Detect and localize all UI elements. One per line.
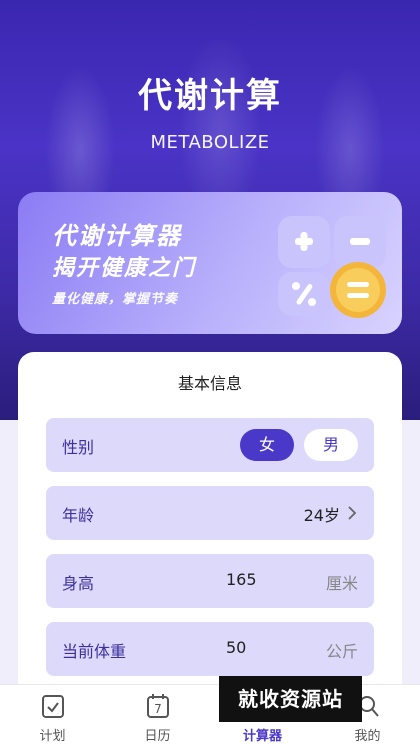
tab-plan[interactable]: 计划 — [0, 685, 105, 746]
gender-female-button[interactable]: 女 — [240, 429, 294, 461]
gender-row: 性别 女 男 — [46, 418, 374, 472]
tab-calendar-label: 日历 — [144, 729, 171, 744]
svg-text:7: 7 — [154, 702, 162, 716]
weight-unit: 公斤 — [325, 642, 358, 661]
weight-label: 当前体重 — [62, 642, 127, 661]
tab-calculator-label: 计算器 — [242, 729, 282, 744]
banner-tagline: 量化健康，掌握节奏 — [52, 292, 179, 307]
calendar-icon: 7 — [147, 694, 169, 718]
age-value: 24岁 — [303, 506, 340, 525]
height-unit: 厘米 — [325, 574, 358, 593]
tab-plan-label: 计划 — [39, 729, 66, 744]
gender-label: 性别 — [62, 438, 95, 457]
promo-banner[interactable]: 代谢计算器 揭开健康之门 量化健康，掌握节奏 — [18, 192, 402, 334]
calculator-illustration-icon — [278, 216, 386, 318]
weight-row: 当前体重 50 公斤 — [46, 622, 374, 676]
weight-input[interactable]: 50 — [226, 638, 246, 657]
age-label: 年龄 — [62, 506, 95, 525]
card-title: 基本信息 — [177, 374, 242, 393]
age-row[interactable]: 年龄 24岁 — [46, 486, 374, 540]
tab-calendar[interactable]: 7 日历 — [105, 685, 210, 746]
chevron-right-icon — [348, 506, 357, 520]
tab-profile-label: 我的 — [354, 729, 381, 744]
height-label: 身高 — [62, 574, 95, 593]
height-row: 身高 165 厘米 — [46, 554, 374, 608]
page-subtitle: METABOLIZE — [150, 132, 270, 153]
basic-info-card: 基本信息 性别 女 男 年龄 24岁 身高 165 厘米 当前体重 50 公斤 — [18, 352, 402, 692]
gender-male-button[interactable]: 男 — [304, 429, 358, 461]
height-input[interactable]: 165 — [226, 570, 257, 589]
page-title: 代谢计算 — [138, 76, 282, 116]
banner-title: 代谢计算器 — [52, 222, 182, 250]
plan-icon — [42, 695, 64, 718]
watermark-overlay: 就收资源站 — [219, 676, 362, 722]
banner-subtitle: 揭开健康之门 — [52, 256, 197, 281]
